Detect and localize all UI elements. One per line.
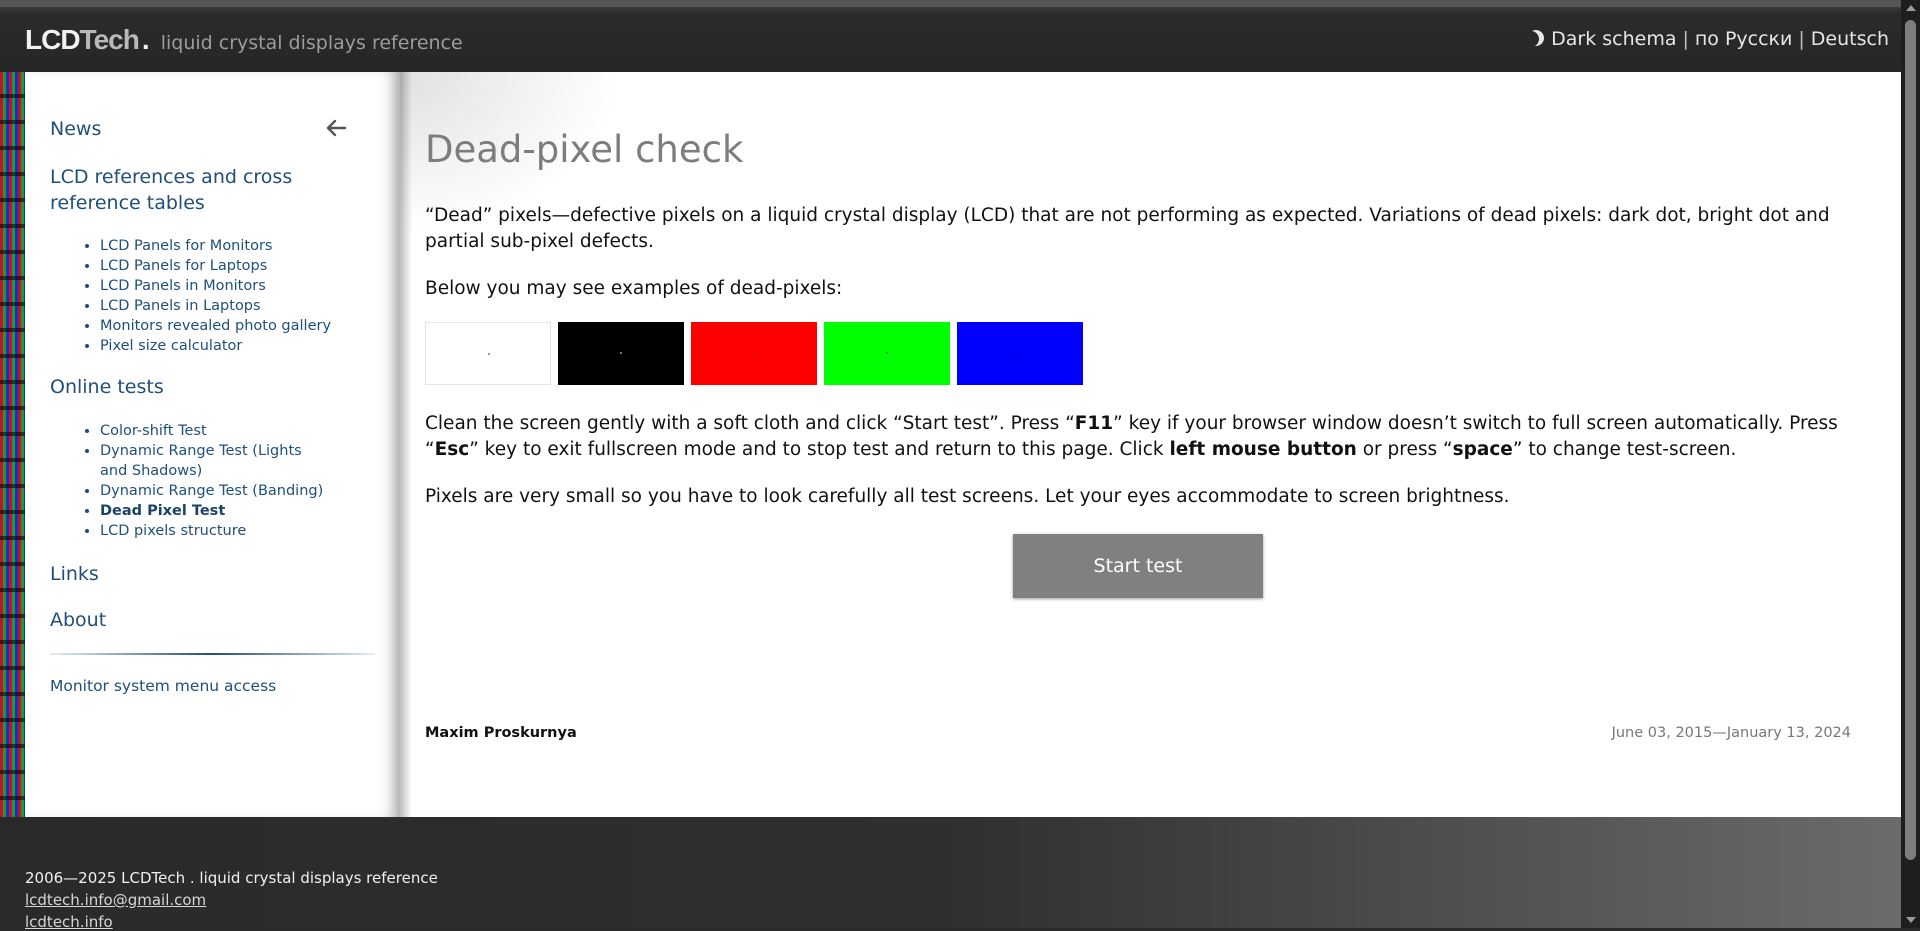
nav-separator: | (1798, 28, 1805, 50)
instr-text-1: Clean the screen gently with a soft clot… (425, 413, 1075, 434)
sidebar-link-dead-pixel-test[interactable]: Dead Pixel Test (100, 503, 225, 519)
key-esc: Esc (434, 439, 470, 460)
german-language-link[interactable]: Deutsch (1811, 28, 1889, 50)
scroll-up-icon[interactable] (1906, 5, 1916, 11)
swatch-blue (957, 322, 1083, 385)
dead-pixel-dot (620, 352, 622, 354)
dark-schema-link[interactable]: Dark schema (1551, 28, 1676, 50)
nav-separator: | (1682, 28, 1689, 50)
instructions-paragraph: Clean the screen gently with a soft clot… (425, 411, 1865, 463)
publication-dates: June 03, 2015—January 13, 2024 (1611, 725, 1851, 741)
sidebar-item-online-tests[interactable]: Online tests (50, 376, 164, 398)
swatch-black (558, 322, 684, 385)
logo-tech: Tech (79, 24, 140, 55)
russian-language-link[interactable]: по Русски (1695, 28, 1793, 50)
author-name: Maxim Proskurnya (425, 725, 577, 741)
sidebar-divider (50, 653, 375, 655)
page-scrollbar[interactable] (1901, 0, 1920, 928)
swatch-white (425, 322, 551, 385)
sidebar-link-dynamic-range-banding[interactable]: Dynamic Range Test (Banding) (100, 483, 323, 499)
dead-pixel-dot (753, 352, 755, 354)
sidebar-link-pixels-structure[interactable]: LCD pixels structure (100, 523, 246, 539)
list-item[interactable]: Dynamic Range Test (Banding) (100, 481, 330, 501)
sidebar-link-pixel-calculator[interactable]: Pixel size calculator (100, 338, 242, 354)
logo-dot: . (141, 24, 150, 55)
intro-paragraph: “Dead” pixels—defective pixels on a liqu… (425, 205, 1830, 252)
dead-pixel-examples (425, 322, 1083, 385)
note-paragraph: Pixels are very small so you have to loo… (425, 486, 1510, 507)
top-navigation: Dark schema | по Русски | Deutsch (1527, 28, 1889, 50)
list-item[interactable]: Dead Pixel Test (100, 501, 330, 521)
swatch-red (691, 322, 817, 385)
logo-subtitle: liquid crystal displays reference (160, 32, 463, 54)
sidebar-link-dynamic-range-lights[interactable]: Dynamic Range Test (Lights and Shadows) (100, 443, 302, 479)
sidebar-item-lcd-references[interactable]: LCD references and cross reference table… (50, 164, 370, 216)
dead-pixel-dot (488, 353, 490, 355)
footer-site-link[interactable]: lcdtech.info (25, 913, 113, 931)
dead-pixel-dot (886, 352, 888, 354)
sidebar-item-about[interactable]: About (50, 609, 106, 631)
site-header: LCDTech. liquid crystal displays referen… (0, 0, 1901, 72)
sidebar-link-monitor-menu[interactable]: Monitor system menu access (50, 677, 276, 695)
sidebar-link-photo-gallery[interactable]: Monitors revealed photo gallery (100, 318, 331, 334)
key-space: space (1452, 439, 1513, 460)
list-item[interactable]: LCD Panels for Laptops (100, 256, 350, 276)
sidebar-item-links[interactable]: Links (50, 563, 99, 585)
list-item[interactable]: Monitors revealed photo gallery (100, 316, 350, 336)
key-left-mouse: left mouse button (1169, 439, 1357, 460)
sidebar-link-panels-for-monitors[interactable]: LCD Panels for Monitors (100, 238, 272, 254)
key-f11: F11 (1074, 413, 1114, 434)
logo-lcd: LCD (25, 24, 81, 55)
list-item[interactable]: Dynamic Range Test (Lights and Shadows) (100, 441, 330, 481)
main-shadow (400, 72, 412, 817)
examples-label: Below you may see examples of dead-pixel… (425, 278, 843, 299)
list-item[interactable]: LCD pixels structure (100, 521, 330, 541)
page-title: Dead-pixel check (425, 128, 744, 171)
scrollbar-thumb[interactable] (1905, 20, 1916, 860)
site-logo[interactable]: LCDTech. liquid crystal displays referen… (25, 24, 463, 56)
instr-text-5: ” to change test-screen. (1512, 439, 1737, 460)
list-item[interactable]: Color-shift Test (100, 421, 330, 441)
moon-icon[interactable] (1523, 31, 1539, 47)
list-item[interactable]: Pixel size calculator (100, 336, 350, 356)
footer-email-link[interactable]: lcdtech.info@gmail.com (25, 891, 206, 909)
sidebar-link-panels-in-laptops[interactable]: LCD Panels in Laptops (100, 298, 261, 314)
sidebar-link-panels-for-laptops[interactable]: LCD Panels for Laptops (100, 258, 267, 274)
arrow-left-icon[interactable] (325, 118, 347, 138)
lcd-references-list: LCD Panels for Monitors LCD Panels for L… (100, 236, 350, 356)
start-test-button[interactable]: Start test (1013, 534, 1263, 598)
site-footer: 2006—2025 LCDTech . liquid crystal displ… (0, 817, 1901, 931)
sidebar: News LCD references and cross reference … (25, 72, 400, 817)
sidebar-link-color-shift-test[interactable]: Color-shift Test (100, 423, 207, 439)
dead-pixel-dot (1019, 352, 1021, 354)
sidebar-link-panels-in-monitors[interactable]: LCD Panels in Monitors (100, 278, 266, 294)
sidebar-item-news[interactable]: News (50, 118, 101, 140)
list-item[interactable]: LCD Panels in Monitors (100, 276, 350, 296)
list-item[interactable]: LCD Panels for Monitors (100, 236, 350, 256)
online-tests-list: Color-shift Test Dynamic Range Test (Lig… (100, 421, 330, 541)
swatch-green (824, 322, 950, 385)
instr-text-3: ” key to exit fullscreen mode and to sto… (469, 439, 1170, 460)
rgb-subpixel-stripe (0, 72, 25, 817)
list-item[interactable]: LCD Panels in Laptops (100, 296, 350, 316)
footer-copyright: 2006—2025 LCDTech . liquid crystal displ… (25, 869, 438, 887)
scroll-down-icon[interactable] (1906, 917, 1916, 923)
instr-text-4: or press “ (1356, 439, 1453, 460)
main-content: Dead-pixel check “Dead” pixels—defective… (400, 72, 1901, 817)
